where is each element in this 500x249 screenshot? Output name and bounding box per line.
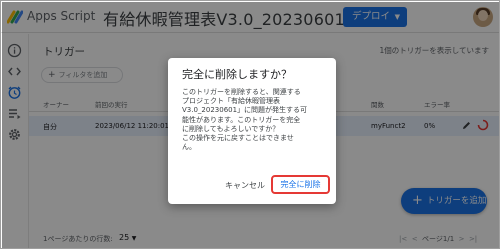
dialog-message-line: このトリガーを削除すると、関連する <box>182 88 301 96</box>
dialog-title: 完全に削除しますか？ <box>182 68 292 81</box>
dialog-message-line: に削除してもよろしいですか？ <box>182 124 280 133</box>
cancel-button[interactable]: キャンセル <box>225 180 265 191</box>
app-window: Apps Script 有給休暇管理表V3.0_20230601 デプロイ ▼ <box>0 0 500 249</box>
delete-permanently-button[interactable]: 完全に削除 <box>271 175 330 194</box>
dialog-message-line: ん。 <box>182 143 196 152</box>
dialog-message-line: この操作を元に戻すことはできませ <box>182 134 294 143</box>
dialog-message-line: V3.0_20230601」に問題が発生する可 <box>182 106 308 115</box>
dialog-message: このトリガーを削除すると、関連する プロジェクト「有給休暇管理表 V3.0_20… <box>182 88 330 152</box>
delete-permanently-label: 完全に削除 <box>280 180 321 189</box>
dialog-message-line: 能性があります。このトリガーを完全 <box>182 115 301 124</box>
delete-confirm-dialog: 完全に削除しますか？ このトリガーを削除すると、関連する プロジェクト「有給休暇… <box>168 58 336 204</box>
